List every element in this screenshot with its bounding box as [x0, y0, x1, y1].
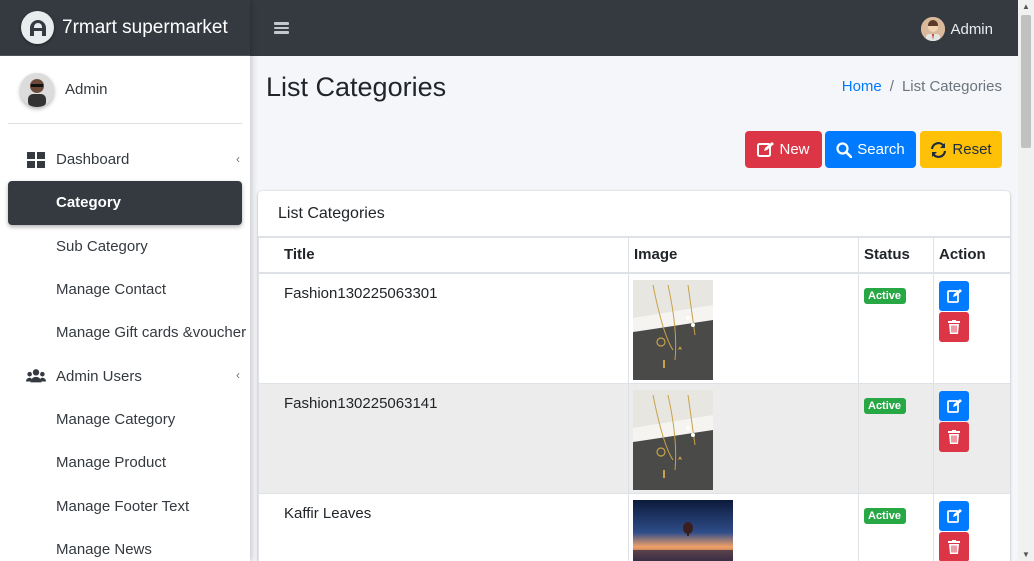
user-panel[interactable]: Admin [8, 56, 242, 124]
sidebar-item-manage-gift-cards[interactable]: Manage Gift cards &voucher [8, 311, 246, 354]
sidebar-item-label: Category [56, 194, 122, 212]
category-title: Fashion130225063141 [258, 383, 629, 494]
sidebar-item-sub-category[interactable]: Sub Category [8, 225, 242, 268]
sidebar-item-manage-product[interactable]: Manage Product [8, 441, 242, 484]
breadcrumb-separator: / [889, 78, 894, 95]
breadcrumb-current: List Categories [901, 78, 1002, 95]
sidebar-item-manage-footer-text[interactable]: Manage Footer Text [8, 484, 242, 527]
column-header-image: Image [628, 237, 859, 274]
brand-link[interactable]: 7rmart supermarket [0, 0, 250, 56]
image-cell [628, 493, 859, 561]
edit-icon [757, 142, 775, 157]
status-cell: Active [858, 383, 934, 494]
column-header-status: Status [858, 237, 934, 274]
search-button[interactable]: Search [825, 131, 916, 168]
top-navbar: Admin [250, 0, 1018, 56]
sidebar-nav: Dashboard ‹ Category Sub Category Manage… [8, 138, 246, 561]
table-row: Kaffir Leaves Active [258, 493, 1010, 561]
edit-button[interactable] [939, 501, 969, 531]
new-button[interactable]: New [745, 131, 822, 168]
edit-icon [946, 288, 962, 303]
sidebar-item-label: Dashboard [56, 151, 130, 169]
card-title: List Categories [258, 191, 1010, 237]
sidebar-user-name: Admin [65, 81, 108, 98]
sidebar-item-manage-category[interactable]: Manage Category [8, 398, 242, 441]
edit-icon [946, 399, 962, 413]
table-header-row: Title Image Status Action [258, 237, 1010, 274]
top-user-name: Admin [950, 20, 993, 38]
category-thumbnail-balloon-sunset [633, 500, 733, 561]
action-cell [933, 272, 1010, 384]
scrollbar-thumb[interactable] [1021, 15, 1031, 148]
new-button-label: New [779, 141, 810, 158]
status-badge[interactable]: Active [864, 508, 907, 524]
sidebar-item-category[interactable]: Category [8, 181, 242, 225]
sidebar-item-label: Manage Product [56, 454, 167, 472]
trash-icon [948, 319, 960, 334]
reset-button-label: Reset [952, 141, 992, 158]
sidebar: 7rmart supermarket Admin Dashboard ‹ Cat… [0, 0, 250, 561]
categories-table: Title Image Status Action Fashion1302250… [258, 237, 1010, 561]
delete-button[interactable] [939, 422, 969, 452]
category-title: Kaffir Leaves [258, 493, 629, 561]
sidebar-item-manage-news[interactable]: Manage News [8, 528, 242, 561]
column-header-title: Title [258, 237, 629, 274]
categories-card: List Categories Title Image Status Actio… [258, 191, 1010, 561]
scroll-up-arrow-icon[interactable]: ▲ [1022, 2, 1030, 11]
table-row: Fashion130225063141 Active [258, 383, 1010, 494]
breadcrumb-home-link[interactable]: Home [842, 78, 882, 95]
delete-button[interactable] [939, 311, 969, 342]
page-title: List Categories [266, 72, 447, 102]
sidebar-item-dashboard[interactable]: Dashboard ‹ [8, 138, 242, 181]
sidebar-item-label: Manage News [56, 540, 152, 558]
table-row: Fashion130225063301 Active [258, 272, 1010, 384]
sidebar-item-label: Manage Footer Text [56, 497, 190, 515]
status-cell: Active [858, 272, 934, 384]
delete-button[interactable] [939, 532, 969, 561]
category-thumbnail-necklace [633, 279, 713, 380]
action-cell [933, 493, 1010, 561]
chevron-left-icon: ‹ [236, 152, 240, 166]
column-header-action: Action [933, 237, 1010, 274]
brand-name: 7rmart supermarket [62, 16, 228, 38]
status-cell: Active [858, 493, 934, 561]
sidebar-item-label: Manage Category [56, 410, 176, 428]
trash-icon [948, 430, 960, 444]
image-cell [628, 383, 859, 494]
user-avatar [20, 72, 54, 107]
chevron-left-icon: ‹ [236, 368, 240, 383]
top-user-menu[interactable]: Admin [921, 17, 993, 41]
sidebar-item-label: Manage Gift cards &voucher [56, 324, 247, 342]
sidebar-item-label: Manage Contact [56, 281, 167, 299]
sidebar-item-admin-users[interactable]: Admin Users ‹ [8, 354, 242, 397]
trash-icon [948, 540, 960, 554]
sidebar-item-label: Admin Users [56, 367, 142, 385]
reset-button[interactable]: Reset [920, 131, 1002, 168]
edit-button[interactable] [939, 391, 969, 421]
page-scrollbar[interactable]: ▲ ▼ [1018, 0, 1034, 561]
breadcrumb: Home / List Categories [842, 78, 1002, 95]
status-badge[interactable]: Active [864, 287, 907, 304]
search-button-label: Search [857, 141, 905, 158]
sync-icon [931, 141, 947, 158]
action-cell [933, 383, 1010, 494]
dashboard-icon [26, 151, 46, 168]
image-cell [628, 272, 859, 384]
edit-icon [946, 509, 962, 523]
status-badge[interactable]: Active [864, 398, 907, 414]
users-icon [26, 368, 46, 384]
edit-button[interactable] [939, 280, 969, 311]
menu-toggle-icon[interactable] [274, 22, 289, 34]
category-title: Fashion130225063301 [258, 272, 629, 384]
category-thumbnail-necklace [633, 390, 713, 490]
search-icon [836, 141, 853, 158]
brand-logo-icon [21, 11, 54, 44]
scroll-down-arrow-icon[interactable]: ▼ [1022, 550, 1030, 559]
sidebar-item-label: Sub Category [56, 237, 148, 255]
top-user-avatar [921, 17, 946, 41]
sidebar-item-manage-contact[interactable]: Manage Contact [8, 268, 242, 311]
